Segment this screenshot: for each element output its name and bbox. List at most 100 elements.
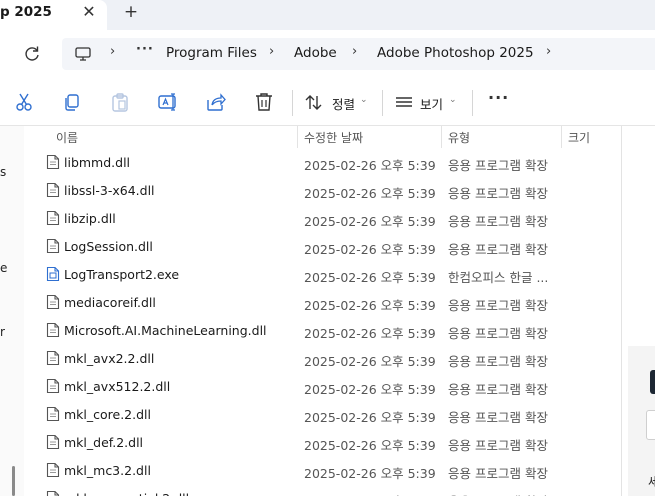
file-name: mkl_avx512.2.dll	[64, 379, 171, 394]
navpane-scrollbar[interactable]	[12, 466, 15, 496]
delete-button[interactable]	[252, 90, 276, 114]
close-tab-icon[interactable]: ✕	[80, 3, 98, 21]
chevron-down-icon: ⌄	[360, 95, 368, 105]
dll-file-icon	[46, 294, 60, 310]
nav-item-fragment[interactable]: r	[0, 325, 5, 339]
cut-button[interactable]	[12, 90, 36, 114]
file-row[interactable]: mkl_sequential.2.dll 2025-02-26 오후 5:39 응용…	[24, 484, 621, 496]
column-divider[interactable]	[561, 126, 562, 148]
file-name: mediacoreif.dll	[64, 295, 156, 310]
file-name: mkl_core.2.dll	[64, 407, 151, 422]
cut-icon	[16, 93, 32, 111]
refresh-icon	[25, 46, 39, 61]
sort-icon	[305, 95, 322, 110]
file-modified: 2025-02-26 오후 5:39	[304, 466, 436, 481]
tab-title: p 2025	[0, 4, 52, 20]
file-type: 응용 프로그램 확장	[448, 410, 548, 425]
file-type: 응용 프로그램 확장	[448, 326, 548, 341]
file-modified: 2025-02-26 오후 5:39	[304, 158, 436, 173]
crumb-program-files[interactable]: Program Files	[166, 45, 257, 61]
exe-file-icon	[46, 266, 60, 282]
share-icon	[207, 93, 226, 111]
column-divider[interactable]	[297, 126, 298, 148]
file-modified: 2025-02-26 오후 5:39	[304, 410, 436, 425]
dll-file-icon	[46, 462, 60, 478]
crumb-photoshop-2025[interactable]: Adobe Photoshop 2025	[377, 45, 534, 61]
column-divider[interactable]	[441, 126, 442, 148]
file-type: 응용 프로그램 확장	[448, 382, 548, 397]
file-list: ^ 이름 수정한 날짜 유형 크기 libmmd.dll 2025-02-26 오…	[24, 126, 621, 496]
file-modified: 2025-02-26 오후 5:39	[304, 382, 436, 397]
file-modified: 2025-02-26 오후 5:39	[304, 326, 436, 341]
dll-file-icon	[46, 350, 60, 366]
refresh-button[interactable]	[20, 42, 44, 66]
file-type: 응용 프로그램 확장	[448, 491, 556, 496]
view-label: 보기	[420, 97, 444, 112]
file-type: 응용 프로그램 확장	[448, 214, 548, 229]
tab-strip: p 2025 ✕ +	[0, 0, 655, 30]
file-name: mkl_def.2.dll	[64, 435, 144, 450]
file-name: libzip.dll	[64, 211, 116, 226]
nav-item-fragment[interactable]: s	[0, 165, 6, 179]
chevron-right-icon[interactable]: ›	[546, 44, 551, 59]
column-header-type[interactable]: 유형	[448, 129, 470, 146]
copy-icon	[65, 94, 79, 111]
view-button[interactable]: 보기 ⌄	[394, 90, 460, 114]
paste-button[interactable]	[108, 90, 132, 114]
address-bar[interactable]: › ··· Program Files › Adobe › Adobe Phot…	[62, 38, 655, 70]
file-row[interactable]: mkl_avx512.2.dll 2025-02-26 오후 5:39 응용 프로그…	[24, 372, 621, 400]
app-badge-icon	[650, 370, 655, 394]
column-header-modified[interactable]: 수정한 날짜	[304, 129, 363, 146]
file-modified: 2025-02-26 오후 5:39	[304, 298, 436, 313]
details-field[interactable]	[646, 410, 655, 440]
this-pc-icon	[75, 47, 91, 61]
file-row[interactable]: LogTransport2.exe 2025-02-26 오후 5:39 한컴오피스…	[24, 260, 621, 288]
sort-label: 정렬	[332, 97, 356, 112]
column-header-size[interactable]: 크기	[568, 129, 590, 146]
chevron-right-icon[interactable]: ›	[110, 44, 115, 59]
file-row[interactable]: libzip.dll2025-02-26 오후 5:39응용 프로그램 확장1	[24, 204, 621, 232]
file-row[interactable]: mediacoreif.dll 2025-02-26 오후 5:39 응용 프로그램…	[24, 288, 621, 316]
sort-button[interactable]: 정렬 ⌄	[304, 90, 370, 114]
dll-file-icon	[46, 210, 60, 226]
column-header-name[interactable]: 이름	[56, 129, 78, 146]
share-button[interactable]	[204, 90, 228, 114]
divider	[382, 90, 383, 116]
rename-icon	[158, 93, 176, 111]
file-row[interactable]: mkl_avx2.2.dll 2025-02-26 오후 5:39 응용 프로그램 …	[24, 344, 621, 372]
command-bar: 정렬 ⌄ 보기 ⌄ ···	[0, 78, 655, 126]
file-row[interactable]: mkl_def.2.dll 2025-02-26 오후 5:39 응용 프로그램 확…	[24, 428, 621, 456]
file-row[interactable]: Microsoft.AI.MachineLearning.dll 2025-02-…	[24, 316, 621, 344]
paste-icon	[112, 93, 128, 112]
file-modified: 2025-02-26 오후 5:39	[304, 186, 436, 201]
file-type: 한컴오피스 한글 ...	[448, 270, 549, 285]
dll-file-icon	[46, 406, 60, 422]
add-tab-icon[interactable]: +	[122, 3, 140, 21]
column-header-row: ^ 이름 수정한 날짜 유형 크기	[24, 126, 621, 148]
delete-icon	[256, 93, 272, 111]
file-name: mkl_avx2.2.dll	[64, 351, 155, 366]
file-row[interactable]: mkl_mc3.2.dll 2025-02-26 오후 5:39 응용 프로그램 확…	[24, 456, 621, 484]
nav-item-fragment[interactable]: e	[0, 261, 7, 275]
tab-photoshop-folder[interactable]: p 2025 ✕	[0, 0, 107, 30]
file-row[interactable]: mkl_core.2.dll 2025-02-26 오후 5:39 응용 프로그램 …	[24, 400, 621, 428]
file-name: libssl-3-x64.dll	[64, 183, 155, 198]
chevron-down-icon: ⌄	[449, 95, 457, 105]
file-modified: 2025-02-26 오후 5:39	[304, 214, 436, 229]
rename-button[interactable]	[156, 90, 180, 114]
crumb-adobe[interactable]: Adobe	[294, 45, 337, 61]
copy-button[interactable]	[60, 90, 84, 114]
file-row[interactable]: libssl-3-x64.dll 2025-02-26 오후 5:39 응용 프로그…	[24, 176, 621, 204]
file-modified: 2025-02-26 오후 5:39	[304, 270, 436, 285]
file-modified: 2025-02-26 오후 5:39	[304, 242, 436, 257]
chevron-right-icon[interactable]: ›	[269, 44, 274, 59]
hidden-crumbs-button[interactable]: ···	[136, 42, 154, 57]
file-row[interactable]: libmmd.dll2025-02-26 오후 5:39응용 프로그램 확장4,…	[24, 148, 621, 176]
file-name: LogSession.dll	[64, 239, 153, 254]
file-row[interactable]: LogSession.dll 2025-02-26 오후 5:39 응용 프로그램 …	[24, 232, 621, 260]
more-icon[interactable]: ···	[488, 88, 509, 107]
chevron-right-icon[interactable]: ›	[352, 44, 357, 59]
dll-file-icon	[46, 182, 60, 198]
dll-file-icon	[46, 322, 60, 338]
divider	[292, 90, 293, 116]
